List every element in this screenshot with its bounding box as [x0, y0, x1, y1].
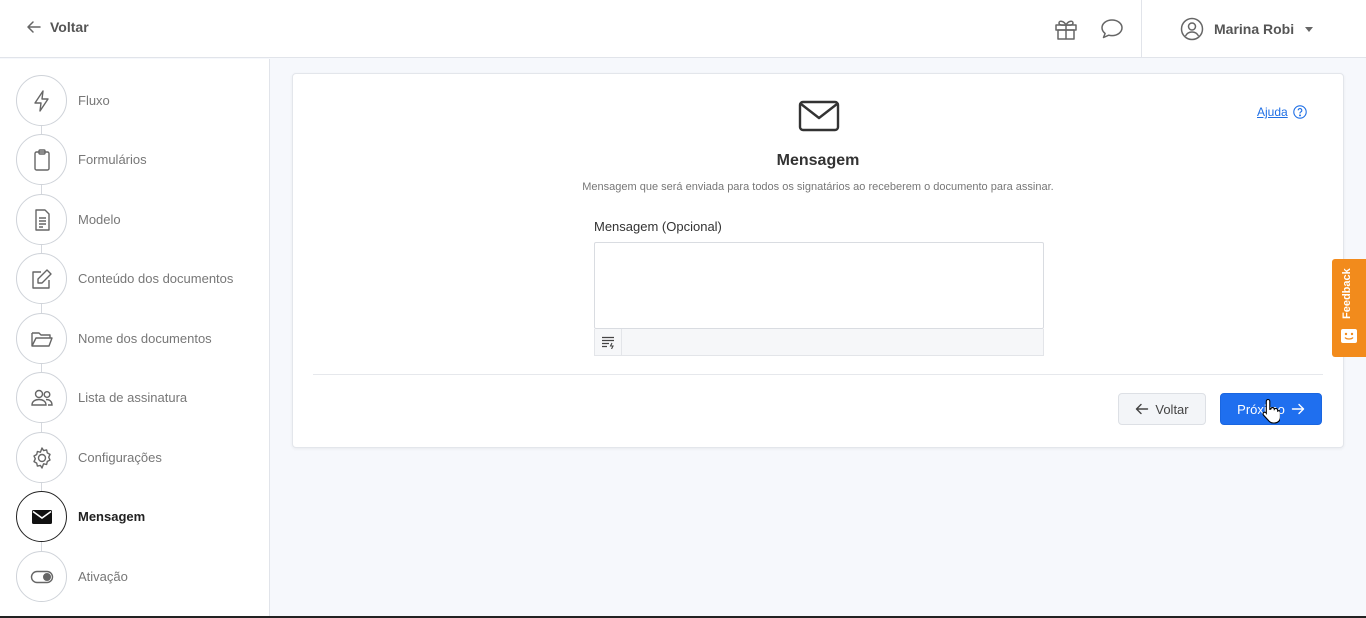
step-circle — [16, 551, 67, 602]
step-label: Modelo — [78, 212, 121, 227]
step-label: Lista de assinatura — [78, 390, 188, 405]
gift-icon[interactable] — [1053, 16, 1079, 42]
next-button[interactable]: Próximo — [1220, 393, 1322, 425]
lightning-icon — [33, 89, 49, 112]
step-label: Ativação — [78, 569, 128, 584]
step-label: Formulários — [78, 152, 147, 167]
back-button-label: Voltar — [1155, 401, 1189, 417]
step-formularios[interactable]: Formulários — [16, 134, 147, 185]
textarea-toolbar — [594, 329, 1044, 356]
step-modelo[interactable]: Modelo — [16, 194, 121, 245]
steps-sidebar: Fluxo Formulários Modelo Conteúdo dos do… — [0, 59, 270, 618]
step-label: Fluxo — [78, 93, 110, 108]
step-ativacao[interactable]: Ativação — [16, 551, 128, 602]
clipboard-icon — [33, 148, 50, 171]
step-fluxo[interactable]: Fluxo — [16, 75, 110, 126]
step-circle — [16, 432, 67, 483]
topbar-divider — [1141, 0, 1142, 58]
step-label: Mensagem — [78, 509, 146, 524]
text-format-icon — [602, 336, 614, 349]
back-button[interactable]: Voltar — [1118, 393, 1206, 425]
step-circle — [16, 372, 67, 423]
help-link-label: Ajuda — [1257, 105, 1288, 119]
arrow-right-icon — [1291, 403, 1305, 415]
message-card: Ajuda Mensagem Mensagem que será enviada… — [292, 73, 1344, 448]
user-name: Marina Robi — [1214, 21, 1295, 37]
question-circle-icon — [1292, 105, 1307, 119]
user-menu[interactable]: Marina Robi — [1180, 16, 1314, 42]
step-circle — [16, 134, 67, 185]
back-link-label: Voltar — [50, 19, 89, 35]
step-circle — [16, 491, 67, 542]
message-textarea[interactable] — [594, 242, 1044, 329]
step-nome-documentos[interactable]: Nome dos documentos — [16, 313, 212, 364]
feedback-face-icon — [1341, 329, 1357, 343]
document-icon — [34, 208, 50, 231]
users-icon — [30, 389, 53, 406]
page-subtitle: Mensagem que será enviada para todos os … — [582, 181, 1054, 193]
top-bar: Voltar Marina Robi — [0, 0, 1366, 58]
envelope-icon — [798, 100, 840, 132]
card-divider — [313, 374, 1323, 375]
step-circle — [16, 253, 67, 304]
next-button-label: Próximo — [1237, 401, 1285, 417]
step-circle — [16, 313, 67, 364]
envelope-icon — [31, 509, 52, 524]
toggle-icon — [30, 570, 53, 583]
text-format-button[interactable] — [595, 329, 622, 355]
message-field-label: Mensagem (Opcional) — [594, 219, 722, 234]
step-label: Conteúdo dos documentos — [78, 271, 234, 286]
feedback-label: Feedback — [1341, 268, 1353, 320]
step-circle — [16, 75, 67, 126]
folder-icon — [30, 331, 53, 347]
back-link[interactable]: Voltar — [26, 19, 89, 35]
arrow-left-icon — [27, 21, 41, 33]
help-link[interactable]: Ajuda — [1257, 105, 1307, 119]
caret-down-icon — [1305, 27, 1314, 32]
step-label: Configurações — [78, 450, 162, 465]
step-circle — [16, 194, 67, 245]
chat-icon[interactable] — [1099, 16, 1125, 42]
edit-icon — [31, 268, 52, 289]
user-avatar-icon — [1180, 17, 1204, 41]
step-conteudo-documentos[interactable]: Conteúdo dos documentos — [16, 253, 233, 304]
step-mensagem[interactable]: Mensagem — [16, 491, 145, 542]
gear-icon — [32, 446, 51, 469]
step-label: Nome dos documentos — [78, 331, 212, 346]
page-title: Mensagem — [776, 152, 860, 169]
arrow-left-icon — [1136, 403, 1149, 415]
step-configuracoes[interactable]: Configurações — [16, 432, 162, 483]
feedback-tab[interactable]: Feedback — [1332, 259, 1366, 357]
step-lista-assinatura[interactable]: Lista de assinatura — [16, 372, 187, 423]
